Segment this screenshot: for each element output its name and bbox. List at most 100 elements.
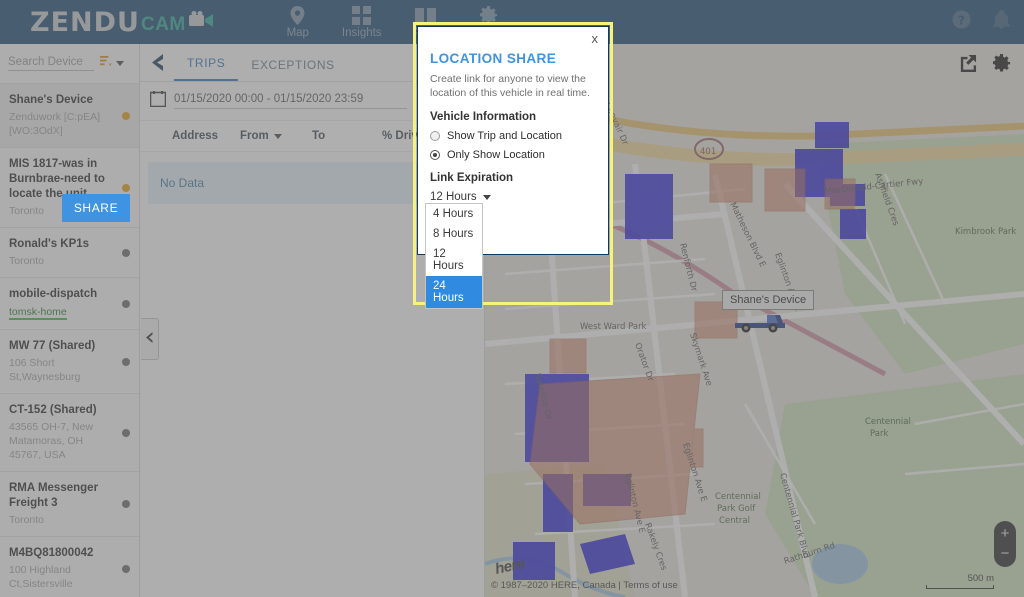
device-location: Toronto bbox=[9, 255, 45, 267]
expiration-dropdown-menu[interactable]: 4 Hours 8 Hours 12 Hours 24 Hours bbox=[425, 203, 483, 309]
book-icon bbox=[415, 5, 437, 25]
expiration-option[interactable]: 8 Hours bbox=[426, 224, 482, 244]
svg-text:401: 401 bbox=[700, 147, 716, 157]
device-status-dot bbox=[122, 183, 130, 192]
dialog-title: LOCATION SHARE bbox=[430, 51, 557, 66]
expiration-selected-value: 12 Hours bbox=[430, 191, 477, 203]
column-header[interactable]: From bbox=[240, 130, 312, 142]
device-name: mobile-dispatch bbox=[9, 288, 98, 300]
tab-trips[interactable]: TRIPS bbox=[174, 56, 239, 81]
device-sidebar: Shane's Device Zenduwork [C:pEA] [WO:3OdX… bbox=[0, 44, 140, 597]
expiration-option[interactable]: 12 Hours bbox=[426, 244, 482, 276]
svg-text:Kimbrook Park: Kimbrook Park bbox=[955, 227, 1016, 237]
device-name: MW 77 (Shared) bbox=[9, 340, 96, 352]
calendar-icon[interactable] bbox=[149, 90, 167, 112]
svg-text:Centennial: Centennial bbox=[715, 492, 761, 502]
device-status-dot bbox=[122, 357, 130, 366]
brand-logo[interactable]: ZENDU CAM bbox=[30, 7, 215, 38]
zoom-in-button[interactable]: + bbox=[1001, 524, 1010, 544]
svg-text:West Ward Park: West Ward Park bbox=[580, 322, 647, 332]
svg-text:Centennial: Centennial bbox=[865, 417, 911, 427]
link-expiration-heading: Link Expiration bbox=[430, 172, 514, 184]
device-status-dot bbox=[122, 500, 130, 508]
radio-only-show-location[interactable]: Only Show Location bbox=[430, 149, 596, 161]
panel-collapse-handle[interactable] bbox=[141, 318, 159, 360]
top-right-actions: ? bbox=[930, 10, 1010, 34]
column-header[interactable]: Address bbox=[150, 130, 240, 142]
device-location: 100 Highland Ct,Sistersville bbox=[9, 564, 73, 590]
svg-text:Central: Central bbox=[719, 516, 750, 526]
tab-exceptions[interactable]: EXCEPTIONS bbox=[238, 58, 347, 81]
column-header[interactable]: To bbox=[312, 130, 382, 142]
device-list-item[interactable]: CT-152 (Shared) 43565 OH-7, New Matamoras… bbox=[0, 394, 139, 472]
device-status-dot bbox=[122, 428, 130, 437]
bell-icon[interactable] bbox=[993, 10, 1010, 34]
device-location: Toronto bbox=[9, 514, 45, 526]
gear-icon bbox=[480, 5, 499, 25]
brand-name-sub: CAM bbox=[140, 13, 186, 35]
brand-name-main: ZENDU bbox=[30, 6, 140, 38]
device-name: Ronald's KP1s bbox=[9, 238, 90, 250]
nav-item-insights[interactable]: Insights bbox=[334, 0, 390, 44]
close-icon[interactable]: x bbox=[592, 32, 599, 46]
expiration-select[interactable]: 12 Hours bbox=[430, 191, 491, 203]
dialog-description: Create link for anyone to view the locat… bbox=[430, 73, 590, 99]
expiration-option[interactable]: 4 Hours bbox=[426, 204, 482, 224]
app-root: ZENDU CAM Map Insights ? Search Device S… bbox=[0, 0, 1024, 597]
device-status-dot bbox=[122, 248, 130, 257]
device-list-item[interactable]: Shane's Device Zenduwork [C:pEA] [WO:3OdX… bbox=[0, 84, 139, 148]
zoom-out-button[interactable]: − bbox=[1001, 544, 1010, 564]
search-device-input[interactable] bbox=[8, 56, 94, 71]
date-range-value[interactable]: 01/15/2020 00:00 - 01/15/2020 23:59 bbox=[174, 93, 407, 109]
device-location: 106 Short St,Waynesburg bbox=[9, 357, 81, 383]
svg-text:Park Golf: Park Golf bbox=[717, 504, 756, 514]
device-status-dot bbox=[122, 111, 130, 120]
map-scale-line bbox=[926, 585, 994, 589]
nav-item-map[interactable]: Map bbox=[270, 0, 326, 44]
column-header-label: From bbox=[240, 130, 269, 142]
device-list-item[interactable]: M4BQ81800042 100 Highland Ct,Sistersville bbox=[0, 537, 139, 597]
collapse-left-icon bbox=[146, 330, 153, 348]
nav-label-insights: Insights bbox=[341, 27, 382, 39]
map-scale-bar: 500 m bbox=[926, 573, 994, 589]
radio-button-selected bbox=[430, 150, 440, 160]
device-search-row bbox=[0, 44, 139, 84]
vehicle-map-label[interactable]: Shane's Device bbox=[722, 290, 815, 310]
truck-icon[interactable] bbox=[733, 307, 785, 338]
device-list-item[interactable]: MW 77 (Shared) 106 Short St,Waynesburg bbox=[0, 330, 139, 394]
device-location: Zenduwork [C:pEA] [WO:3OdX] bbox=[9, 111, 101, 137]
vehicle-information-heading: Vehicle Information bbox=[430, 111, 537, 123]
device-name: Shane's Device bbox=[9, 94, 93, 106]
device-list-item[interactable]: RMA Messenger Freight 3 Toronto bbox=[0, 472, 139, 537]
grid-icon bbox=[352, 5, 372, 25]
video-camera-icon bbox=[188, 11, 215, 33]
device-list-item[interactable]: mobile-dispatch tomsk-home bbox=[0, 278, 139, 330]
column-header-label: To bbox=[312, 130, 326, 142]
map-attribution[interactable]: © 1987–2020 HERE, Canada | Terms of use bbox=[491, 580, 678, 591]
sort-filter-control[interactable] bbox=[100, 55, 124, 73]
device-name: RMA Messenger Freight 3 bbox=[9, 482, 99, 509]
device-status-dot bbox=[122, 564, 130, 573]
share-icon[interactable] bbox=[958, 54, 977, 78]
device-link[interactable]: tomsk-home bbox=[9, 306, 67, 320]
map-scale-label: 500 m bbox=[967, 573, 994, 584]
radio-show-trip-and-location[interactable]: Show Trip and Location bbox=[430, 130, 596, 142]
gear-icon[interactable] bbox=[993, 54, 1012, 78]
share-button[interactable]: SHARE bbox=[62, 194, 130, 222]
svg-text:Park: Park bbox=[870, 429, 888, 439]
expiration-option[interactable]: 24 Hours bbox=[426, 276, 482, 308]
map-toolbar bbox=[942, 54, 1012, 78]
map-pin-icon bbox=[290, 5, 305, 25]
radio-button-unselected bbox=[430, 131, 440, 141]
back-chevron-icon[interactable] bbox=[140, 43, 174, 81]
device-list-item[interactable]: Ronald's KP1s Toronto bbox=[0, 228, 139, 278]
radio-label-show-trip-and-location: Show Trip and Location bbox=[447, 130, 562, 142]
chevron-down-icon bbox=[482, 194, 491, 200]
help-icon[interactable]: ? bbox=[952, 10, 971, 34]
device-list[interactable]: Shane's Device Zenduwork [C:pEA] [WO:3OdX… bbox=[0, 84, 139, 597]
device-status-dot bbox=[122, 299, 130, 308]
sort-descending-icon bbox=[273, 133, 282, 139]
device-name: CT-152 (Shared) bbox=[9, 404, 97, 416]
chevron-down-icon bbox=[116, 61, 124, 66]
radio-label-only-show-location: Only Show Location bbox=[447, 149, 545, 161]
